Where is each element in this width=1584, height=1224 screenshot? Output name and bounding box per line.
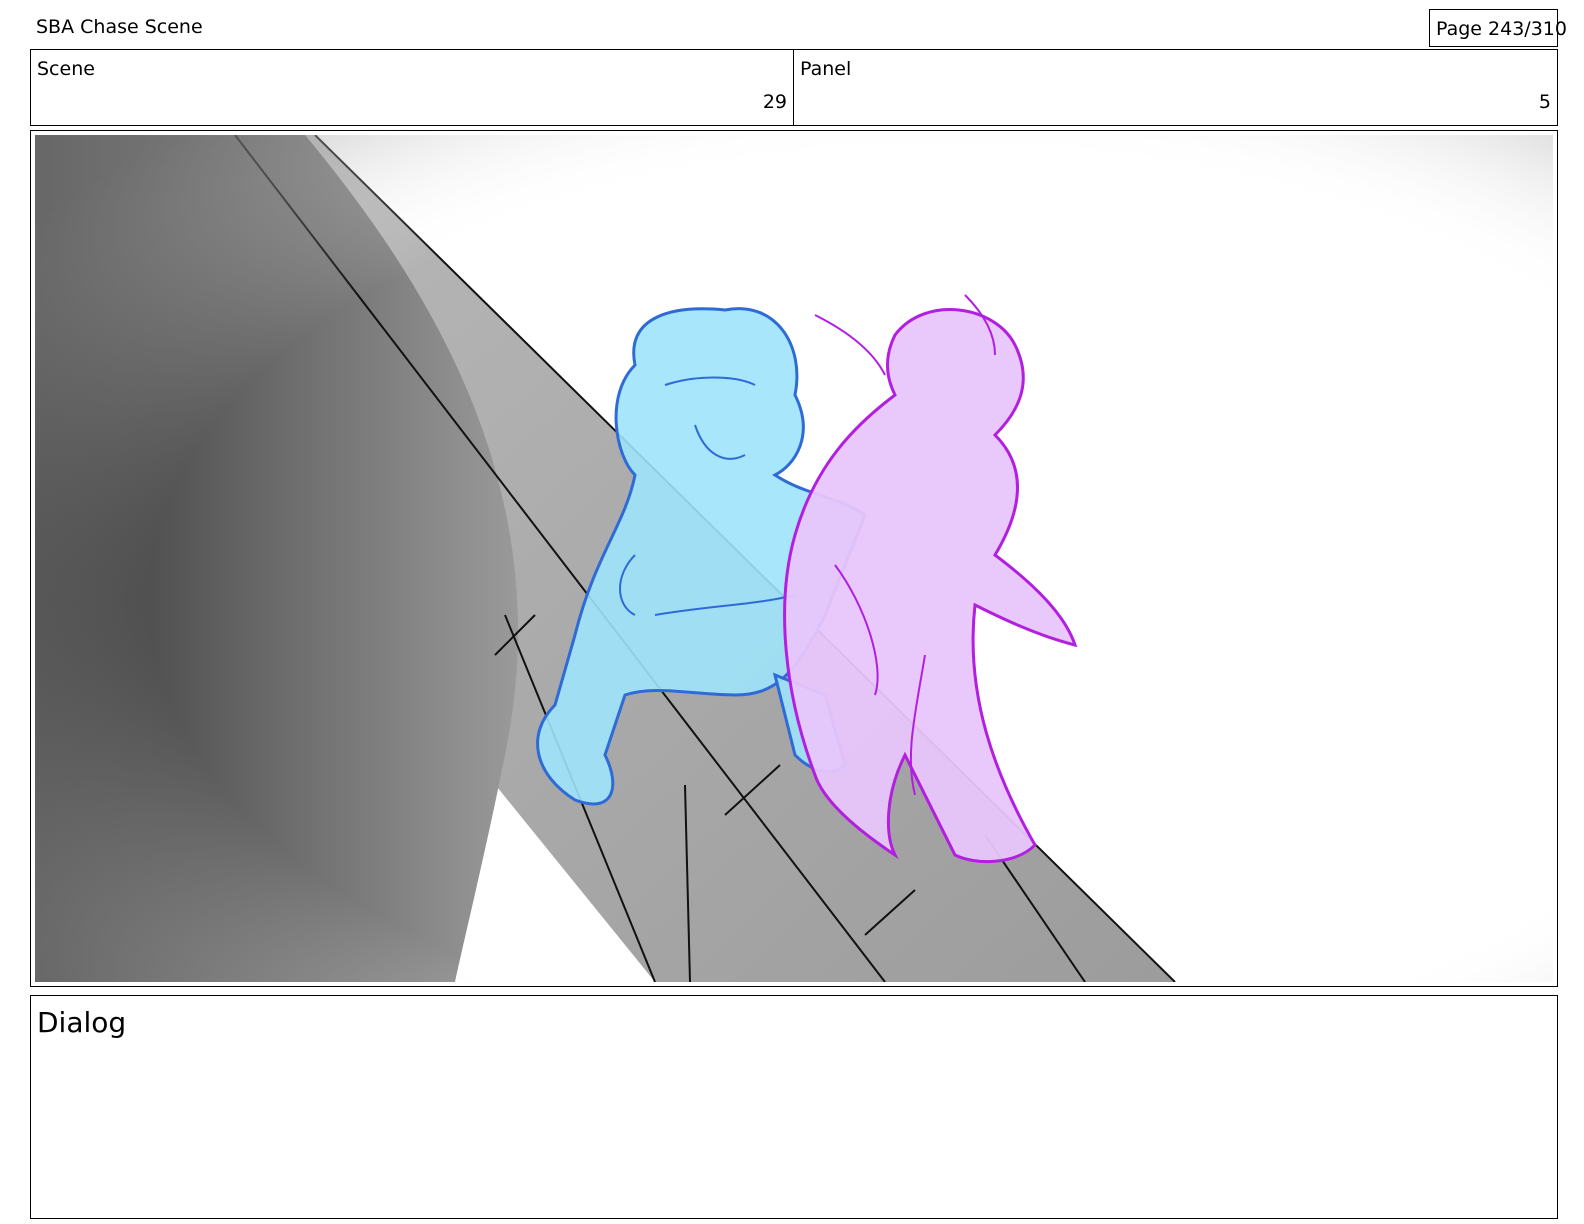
page-indicator: Page 243/310 (1429, 9, 1567, 47)
storyboard-panel-frame (30, 130, 1558, 987)
panel-number: 5 (1538, 91, 1551, 113)
dialog-label: Dialog (37, 1006, 127, 1039)
panel-label: Panel (800, 58, 852, 80)
scene-label: Scene (37, 58, 95, 80)
scene-number: 29 (762, 91, 787, 113)
scene-field: Scene 29 (30, 49, 794, 126)
storyboard-panel-image (35, 135, 1553, 982)
page-indicator-text: Page 243/310 (1436, 18, 1567, 40)
panel-field: Panel 5 (793, 49, 1558, 126)
project-title: SBA Chase Scene (36, 16, 203, 38)
panel-vignette (35, 135, 1553, 982)
dialog-field: Dialog (30, 995, 1558, 1219)
